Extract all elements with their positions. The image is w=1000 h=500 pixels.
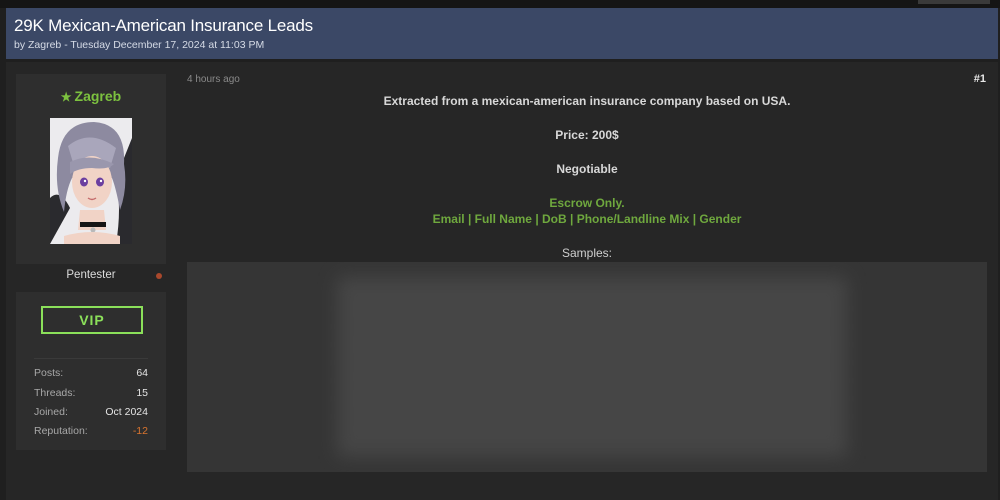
stats-divider [34, 358, 148, 359]
author-username[interactable]: ★ Zagreb [16, 88, 166, 104]
author-rank: Pentester [66, 269, 116, 281]
star-icon: ★ [60, 90, 72, 104]
samples-label: Samples: [561, 246, 613, 260]
thread-header: 29K Mexican-American Insurance Leads by … [6, 8, 998, 59]
stat-value[interactable]: 15 [136, 387, 148, 399]
post-time: 4 hours ago [187, 74, 240, 85]
author-rank-row: Pentester [16, 264, 166, 288]
stat-label: Joined: [34, 406, 68, 418]
stat-reputation: Reputation: -12 [34, 425, 148, 437]
stat-value[interactable]: 64 [136, 367, 148, 379]
blurred-sample-content [337, 276, 847, 456]
samples-image[interactable] [187, 262, 987, 472]
vip-badge: VIP [41, 306, 143, 334]
author-stats-card: VIP Posts: 64 Threads: 15 Joined: Oct 20… [16, 292, 166, 450]
top-bar-tab[interactable] [918, 0, 990, 4]
thread-title: 29K Mexican-American Insurance Leads [14, 16, 313, 35]
stat-label: Reputation: [34, 425, 88, 437]
stat-joined: Joined: Oct 2024 [34, 406, 148, 418]
author-username-text: Zagreb [74, 88, 122, 104]
avatar[interactable] [50, 118, 132, 244]
post-negotiable: Negotiable [556, 162, 618, 176]
stat-posts: Posts: 64 [34, 367, 148, 379]
post-escrow: Escrow Only. [549, 196, 625, 210]
avatar-image [50, 118, 132, 244]
status-dot-icon [156, 273, 162, 279]
stat-value: Oct 2024 [105, 406, 148, 418]
stat-threads: Threads: 15 [34, 387, 148, 399]
stat-value[interactable]: -12 [133, 425, 148, 437]
post-fields: Email | Full Name | DoB | Phone/Landline… [432, 212, 742, 226]
post-number-link[interactable]: #1 [974, 73, 986, 85]
stat-label: Threads: [34, 387, 76, 399]
author-profile-card: ★ Zagreb [16, 74, 166, 288]
top-bar [0, 0, 1000, 8]
thread-meta: by Zagreb - Tuesday December 17, 2024 at… [14, 39, 265, 51]
post-price: Price: 200$ [555, 128, 619, 142]
post-description: Extracted from a mexican-american insura… [383, 94, 791, 108]
stat-label: Posts: [34, 367, 64, 379]
